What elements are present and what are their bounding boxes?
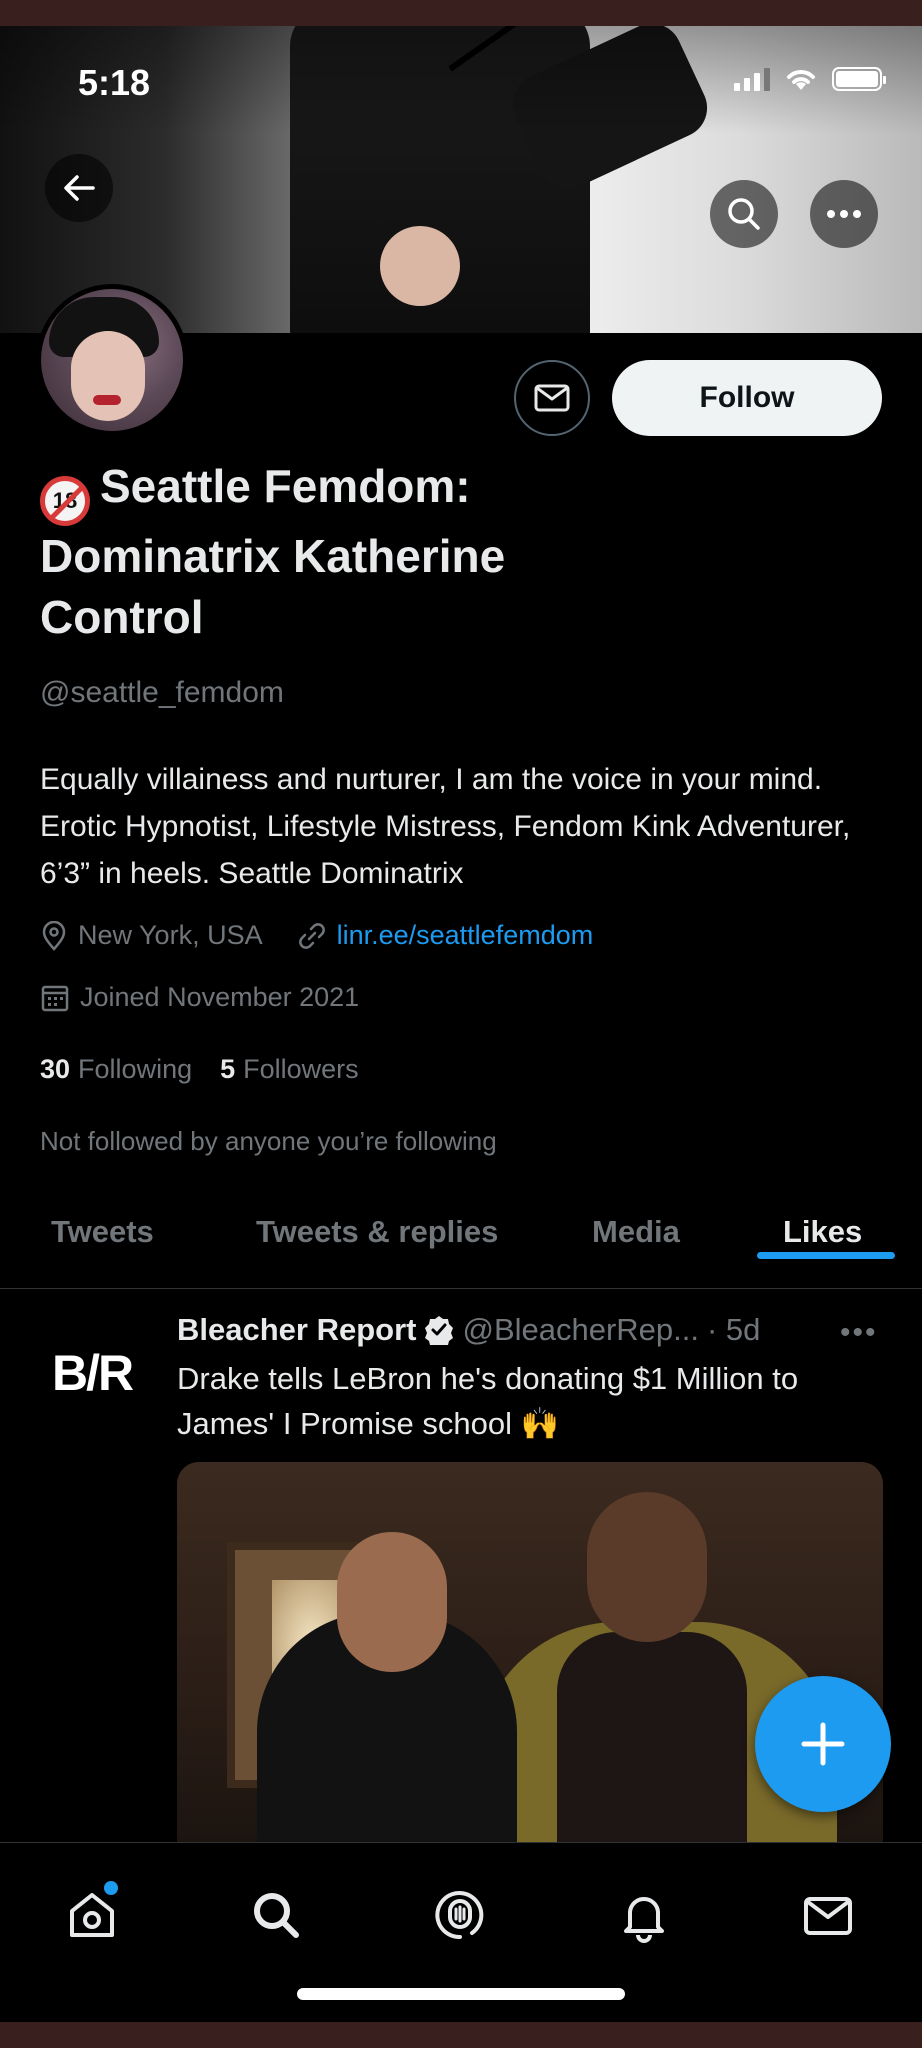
tab-media[interactable]: Media: [592, 1214, 680, 1250]
home-icon: [70, 1893, 114, 1937]
follow-button[interactable]: Follow: [612, 360, 882, 436]
more-options-button[interactable]: [810, 180, 878, 248]
nav-search[interactable]: [240, 1879, 312, 1951]
tweet-text: Drake tells LeBron he's donating $1 Mill…: [177, 1361, 799, 1441]
tweet-media-image[interactable]: [177, 1462, 883, 1862]
tweet-timestamp: · 5d: [707, 1312, 761, 1347]
tab-likes[interactable]: Likes: [783, 1214, 862, 1250]
envelope-icon: [534, 384, 570, 412]
profile-joined-date: Joined November 2021: [80, 982, 360, 1012]
compose-plus-icon: [801, 1722, 845, 1766]
messages-icon: [804, 1897, 852, 1935]
location-pin-icon: [42, 920, 66, 951]
profile-meta-row: New York, USA linr.ee/seattlefemdom: [40, 920, 593, 951]
profile-handle: @seattle_femdom: [40, 676, 284, 709]
profile-location: New York, USA: [78, 920, 263, 950]
nav-messages[interactable]: [792, 1879, 864, 1951]
profile-tabs: Tweets Tweets & replies Media Likes: [0, 1176, 922, 1289]
more-horizontal-icon: [827, 210, 861, 218]
following-count: 30: [40, 1054, 71, 1084]
bleacher-report-avatar[interactable]: B/R: [52, 1344, 134, 1402]
link-icon: [298, 922, 325, 949]
search-icon: [728, 198, 760, 230]
display-name-text: Seattle Femdom: Dominatrix Katherine Con…: [40, 460, 506, 643]
notifications-icon: [624, 1897, 664, 1943]
avatar-face: [71, 331, 145, 421]
spaces-icon: [435, 1891, 484, 1940]
media-person-right-head: [587, 1492, 707, 1642]
screen-bottom-edge: [0, 2022, 922, 2048]
compose-tweet-button[interactable]: [755, 1676, 891, 1812]
twitter-profile-screen: 5:18 Follow 18 Seattle Femdom: Dominatri…: [0, 26, 922, 2022]
profile-website-link[interactable]: linr.ee/seattlefemdom: [337, 920, 594, 951]
nav-notifications[interactable]: [608, 1879, 680, 1951]
adult-content-18-icon: 18: [40, 476, 90, 526]
back-button[interactable]: [45, 154, 113, 222]
profile-display-name: 18 Seattle Femdom: Dominatrix Katherine C…: [40, 456, 680, 648]
profile-joined-row: Joined November 2021: [40, 982, 359, 1013]
tweet-header: Bleacher Report @BleacherRep... · 5d: [177, 1312, 760, 1348]
tab-tweets[interactable]: Tweets: [51, 1214, 154, 1250]
direct-message-button[interactable]: [514, 360, 590, 436]
followers-count: 5: [220, 1054, 236, 1084]
status-time: 5:18: [78, 62, 151, 103]
following-label: Following: [78, 1054, 193, 1084]
media-person-right-vest: [557, 1632, 747, 1862]
search-icon: [254, 1893, 299, 1938]
nav-spaces[interactable]: [424, 1879, 496, 1951]
media-person-left-head: [337, 1532, 447, 1672]
home-indicator-bar[interactable]: [297, 1988, 625, 2000]
calendar-icon: [41, 985, 69, 1011]
wifi-icon: [787, 70, 815, 90]
tweet-author-name[interactable]: Bleacher Report: [177, 1312, 416, 1348]
home-notification-dot: [104, 1881, 118, 1895]
verified-badge-icon: [425, 1316, 454, 1345]
mutual-followers-note: Not followed by anyone you’re following: [40, 1126, 497, 1156]
avatar-lips: [93, 395, 121, 405]
followers-count-link[interactable]: 5 Followers: [220, 1054, 359, 1085]
cellular-signal-icon: [734, 67, 770, 91]
active-tab-indicator: [757, 1252, 895, 1259]
search-button[interactable]: [710, 180, 778, 248]
tab-tweets-and-replies[interactable]: Tweets & replies: [256, 1214, 498, 1250]
profile-bio: Equally villainess and nurturer, I am th…: [40, 763, 851, 890]
tweet-author-handle[interactable]: @BleacherRep...: [462, 1312, 699, 1348]
avatar[interactable]: [36, 284, 188, 436]
following-count-link[interactable]: 30 Following: [40, 1054, 192, 1085]
battery-icon: [832, 67, 886, 91]
follow-counts: 30 Following 5 Followers: [40, 1054, 359, 1085]
tweet-more-options[interactable]: •••: [840, 1316, 878, 1350]
back-arrow-icon: [64, 175, 95, 201]
followers-label: Followers: [243, 1054, 359, 1084]
nav-home[interactable]: [56, 1879, 128, 1951]
status-icons: [734, 66, 886, 92]
